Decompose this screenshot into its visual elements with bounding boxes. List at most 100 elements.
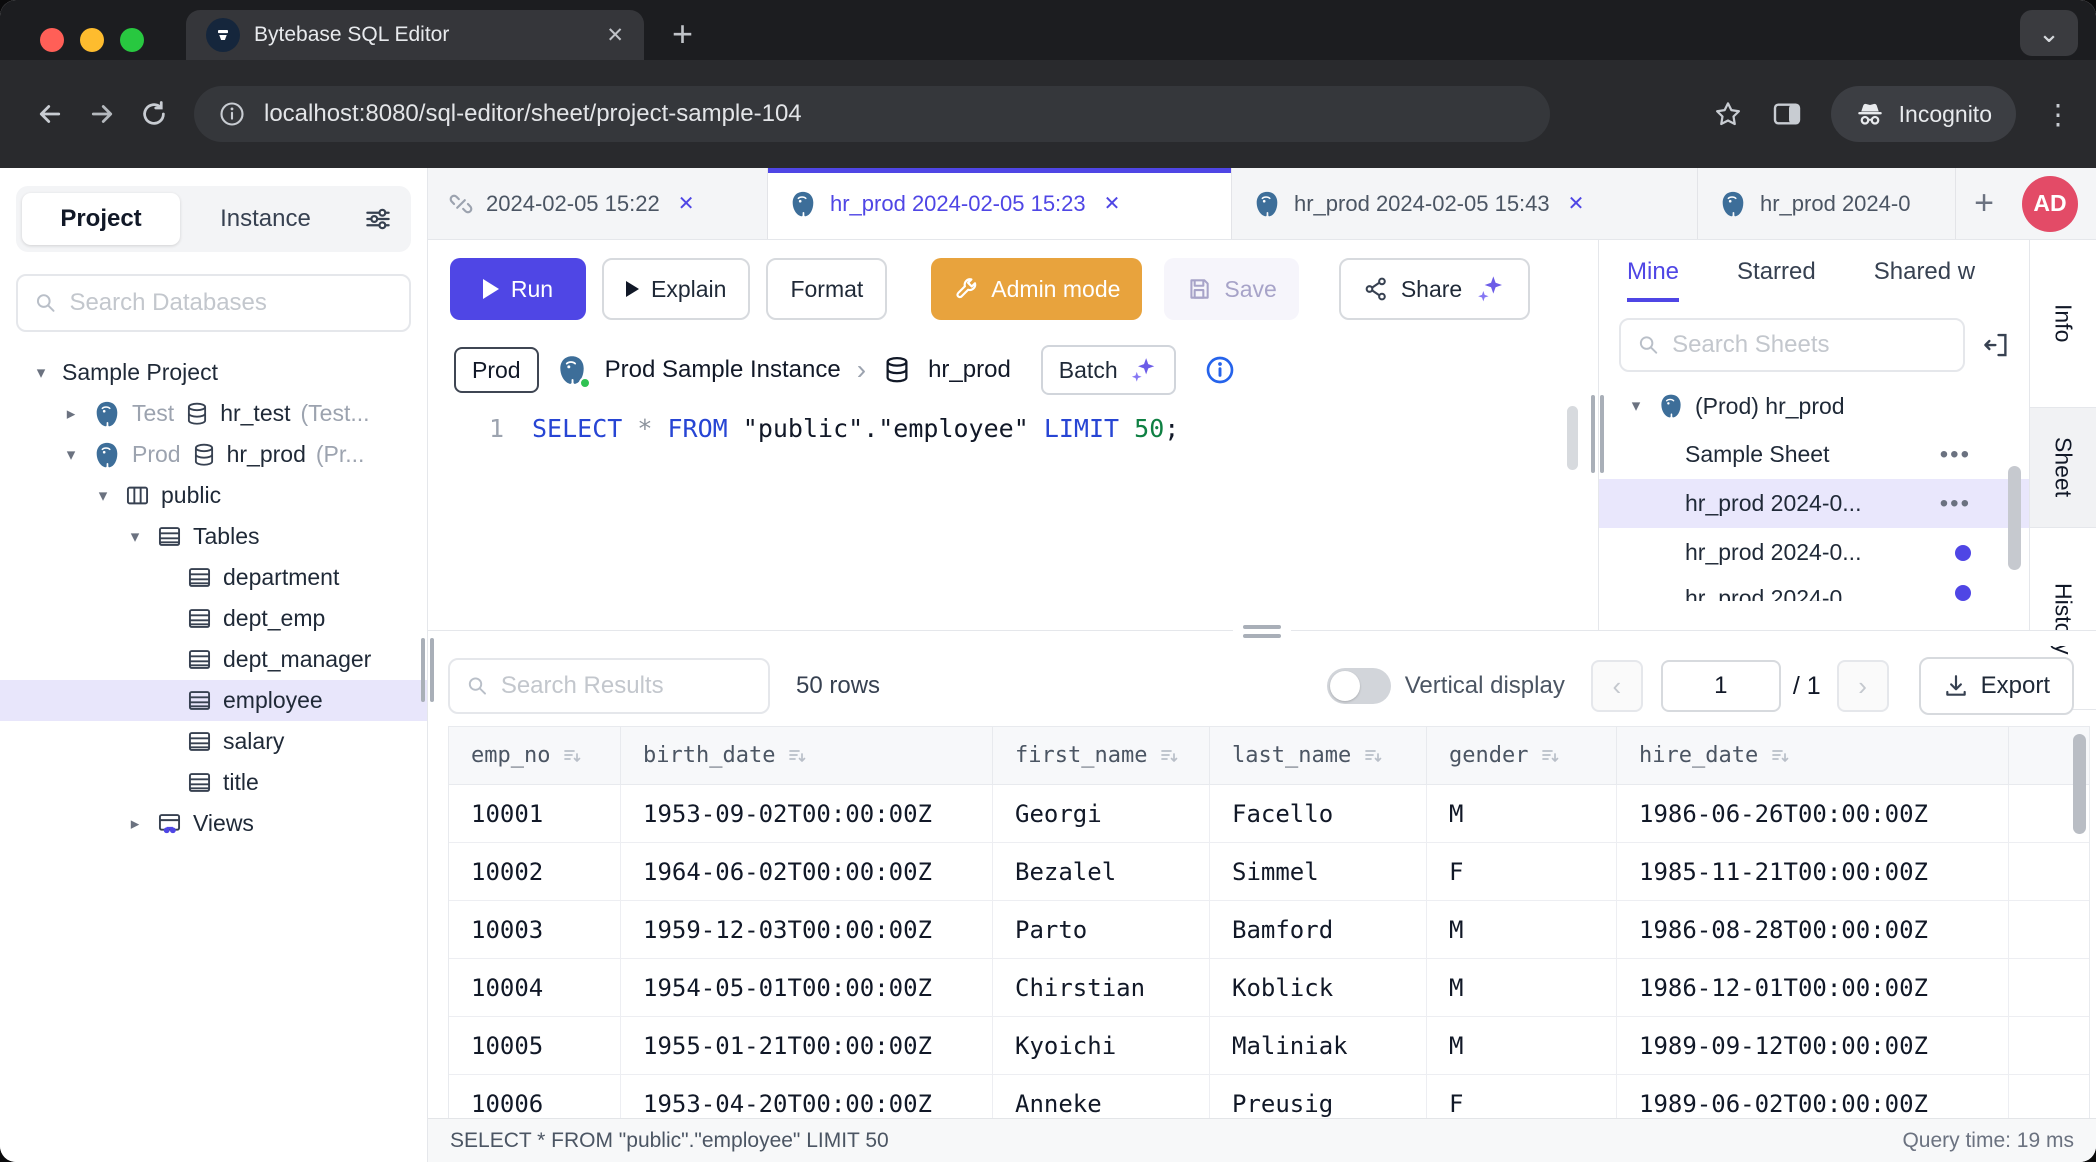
save-button[interactable]: Save: [1164, 258, 1298, 320]
column-header-first-name[interactable]: first_name: [993, 727, 1210, 784]
editor-tab[interactable]: hr_prod 2024-02-05 15:43 ✕: [1232, 168, 1698, 239]
table-row[interactable]: 10003 1959-12-03T00:00:00Z Parto Bamford…: [449, 901, 2089, 959]
cell-hire-date[interactable]: 1989-06-02T00:00:00Z: [1617, 1075, 2009, 1118]
browser-menu-icon[interactable]: ⋮: [2044, 98, 2072, 131]
close-tab-icon[interactable]: ✕: [1568, 191, 1585, 216]
cell-gender[interactable]: F: [1427, 1075, 1617, 1118]
cell-last-name[interactable]: Simmel: [1210, 843, 1427, 900]
minimize-window-button[interactable]: [80, 28, 104, 52]
database-name[interactable]: hr_prod: [928, 356, 1011, 384]
table-row[interactable]: 10004 1954-05-01T00:00:00Z Chirstian Kob…: [449, 959, 2089, 1017]
cell-gender[interactable]: F: [1427, 843, 1617, 900]
batch-button[interactable]: Batch: [1041, 345, 1176, 395]
bookmark-star-icon[interactable]: [1713, 99, 1743, 129]
browser-tab[interactable]: Bytebase SQL Editor ✕: [186, 10, 644, 60]
tab-project[interactable]: Project: [22, 193, 180, 245]
cell-gender[interactable]: M: [1427, 1017, 1617, 1074]
tree-item-table-dept-emp[interactable]: dept_emp: [0, 598, 427, 639]
share-button[interactable]: Share: [1339, 258, 1530, 320]
filter-settings-icon[interactable]: [351, 204, 405, 234]
tab-search-chevron-icon[interactable]: ⌄: [2020, 10, 2078, 56]
cell-last-name[interactable]: Maliniak: [1210, 1017, 1427, 1074]
tab-starred[interactable]: Starred: [1737, 258, 1816, 302]
next-page-button[interactable]: ›: [1837, 660, 1889, 712]
tab-instance[interactable]: Instance: [180, 205, 351, 233]
tree-item-tables[interactable]: ▾ Tables: [0, 516, 427, 557]
database-search-input[interactable]: [69, 289, 393, 317]
results-search-input[interactable]: [501, 672, 752, 700]
cell-first-name[interactable]: Bezalel: [993, 843, 1210, 900]
cell-gender[interactable]: M: [1427, 785, 1617, 842]
reload-icon[interactable]: [128, 99, 180, 129]
sheet-group-hr-prod[interactable]: ▾ (Prod) hr_prod: [1599, 382, 2029, 430]
tab-shared[interactable]: Shared w: [1874, 258, 1975, 302]
database-search[interactable]: [16, 274, 411, 332]
caret-down-icon[interactable]: ▾: [30, 363, 52, 383]
tree-item-hr-prod[interactable]: ▾ Prod hr_prod (Pr...: [0, 434, 427, 475]
cell-last-name[interactable]: Koblick: [1210, 959, 1427, 1016]
close-window-button[interactable]: [40, 28, 64, 52]
cell-birth-date[interactable]: 1954-05-01T00:00:00Z: [621, 959, 993, 1016]
cell-birth-date[interactable]: 1953-04-20T00:00:00Z: [621, 1075, 993, 1118]
cell-first-name[interactable]: Chirstian: [993, 959, 1210, 1016]
tree-item-table-salary[interactable]: salary: [0, 721, 427, 762]
cell-birth-date[interactable]: 1953-09-02T00:00:00Z: [621, 785, 993, 842]
export-button[interactable]: Export: [1919, 657, 2074, 715]
window-controls[interactable]: [40, 28, 144, 52]
tab-mine[interactable]: Mine: [1627, 258, 1679, 302]
address-bar[interactable]: localhost:8080/sql-editor/sheet/project-…: [194, 86, 1550, 142]
sheet-search-input[interactable]: [1672, 331, 1947, 359]
panel-resize-handle[interactable]: [1591, 395, 1604, 473]
caret-down-icon[interactable]: ▾: [1625, 396, 1647, 416]
results-scrollbar[interactable]: [2073, 734, 2086, 834]
table-row[interactable]: 10001 1953-09-02T00:00:00Z Georgi Facell…: [449, 785, 2089, 843]
url-text[interactable]: localhost:8080/sql-editor/sheet/project-…: [264, 100, 802, 128]
forward-icon[interactable]: [76, 99, 128, 129]
cell-hire-date[interactable]: 1985-11-21T00:00:00Z: [1617, 843, 2009, 900]
tree-item-table-employee[interactable]: employee: [0, 680, 427, 721]
results-splitter[interactable]: [428, 630, 2096, 646]
column-header-gender[interactable]: gender: [1427, 727, 1617, 784]
rail-tab-info[interactable]: Info: [2030, 240, 2096, 408]
cell-birth-date[interactable]: 1959-12-03T00:00:00Z: [621, 901, 993, 958]
cell-first-name[interactable]: Kyoichi: [993, 1017, 1210, 1074]
cell-hire-date[interactable]: 1986-06-26T00:00:00Z: [1617, 785, 2009, 842]
cell-emp-no[interactable]: 10006: [449, 1075, 621, 1118]
sidebar-resize-handle[interactable]: [421, 638, 434, 702]
user-avatar[interactable]: AD: [2022, 176, 2078, 232]
cell-hire-date[interactable]: 1989-09-12T00:00:00Z: [1617, 1017, 2009, 1074]
sql-code-line[interactable]: SELECT * FROM "public"."employee" LIMIT …: [532, 414, 1179, 443]
cell-emp-no[interactable]: 10003: [449, 901, 621, 958]
new-browser-tab-button[interactable]: +: [672, 14, 693, 54]
sheet-search[interactable]: [1619, 318, 1965, 372]
cell-hire-date[interactable]: 1986-12-01T00:00:00Z: [1617, 959, 2009, 1016]
caret-right-icon[interactable]: ▸: [60, 404, 82, 424]
sheet-list-scrollbar[interactable]: [2008, 466, 2021, 570]
cell-hire-date[interactable]: 1986-08-28T00:00:00Z: [1617, 901, 2009, 958]
cell-birth-date[interactable]: 1955-01-21T00:00:00Z: [621, 1017, 993, 1074]
cell-last-name[interactable]: Preusig: [1210, 1075, 1427, 1118]
cell-gender[interactable]: M: [1427, 901, 1617, 958]
back-icon[interactable]: [24, 99, 76, 129]
explain-button[interactable]: Explain: [602, 258, 750, 320]
cell-last-name[interactable]: Facello: [1210, 785, 1427, 842]
cell-first-name[interactable]: Georgi: [993, 785, 1210, 842]
tree-item-table-dept-manager[interactable]: dept_manager: [0, 639, 427, 680]
editor-tab-clipped[interactable]: hr_prod 2024-0: [1698, 168, 1956, 239]
column-header-emp-no[interactable]: emp_no: [449, 727, 621, 784]
sort-icon[interactable]: [787, 746, 807, 766]
prev-page-button[interactable]: ‹: [1591, 660, 1643, 712]
run-button[interactable]: Run: [450, 258, 586, 320]
cell-first-name[interactable]: Parto: [993, 901, 1210, 958]
sort-icon[interactable]: [1159, 746, 1179, 766]
more-menu-icon[interactable]: •••: [1940, 490, 1971, 518]
caret-down-icon[interactable]: ▾: [60, 445, 82, 465]
page-number-input[interactable]: [1661, 660, 1781, 712]
cell-emp-no[interactable]: 10004: [449, 959, 621, 1016]
admin-mode-button[interactable]: Admin mode: [931, 258, 1142, 320]
editor-tab-active[interactable]: hr_prod 2024-02-05 15:23 ✕: [768, 168, 1232, 239]
editor-scrollbar[interactable]: [1567, 406, 1578, 470]
column-header-birth-date[interactable]: birth_date: [621, 727, 993, 784]
cell-birth-date[interactable]: 1964-06-02T00:00:00Z: [621, 843, 993, 900]
collapse-panel-icon[interactable]: [1981, 330, 2011, 360]
